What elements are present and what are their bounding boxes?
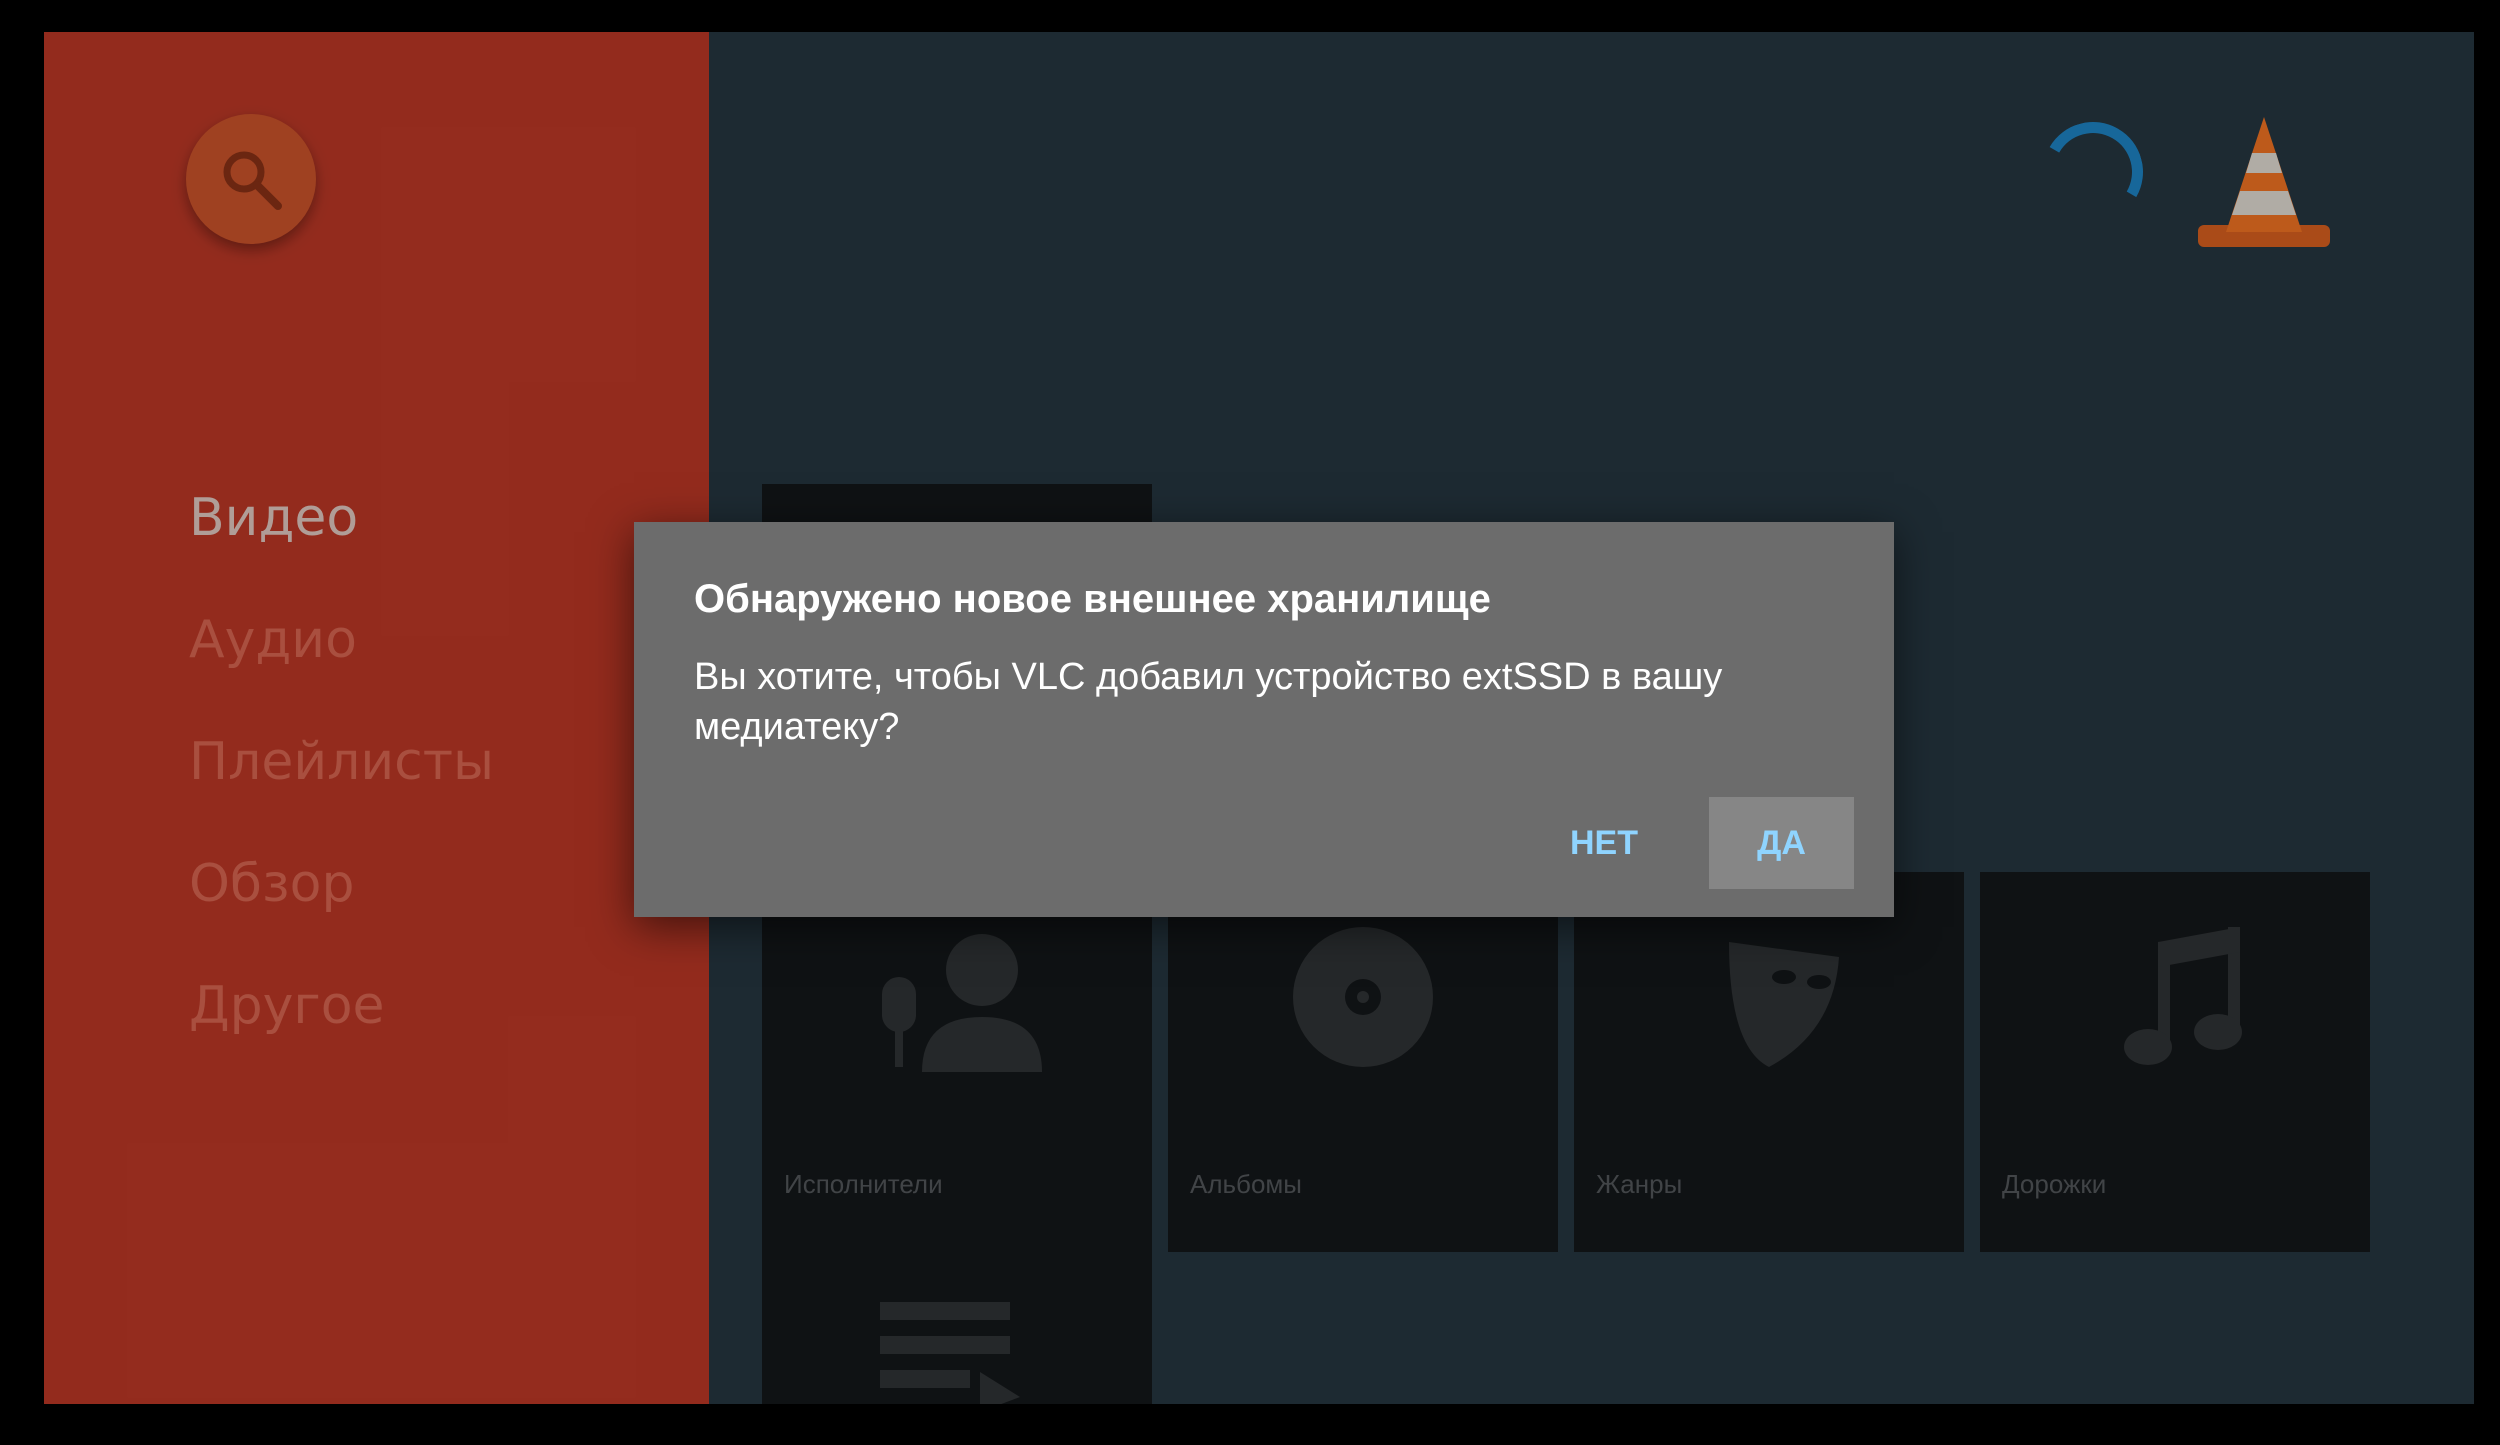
no-button[interactable]: НЕТ: [1534, 797, 1674, 889]
storage-dialog: Обнаружено новое внешнее хранилище Вы хо…: [634, 522, 1894, 917]
dialog-title: Обнаружено новое внешнее хранилище: [694, 577, 1491, 621]
app-screen: Видео Аудио Плейлисты Обзор Другое Испол…: [44, 32, 2474, 1404]
dialog-message: Вы хотите, чтобы VLC добавил устройство …: [694, 656, 1723, 748]
yes-button[interactable]: ДА: [1709, 797, 1854, 889]
